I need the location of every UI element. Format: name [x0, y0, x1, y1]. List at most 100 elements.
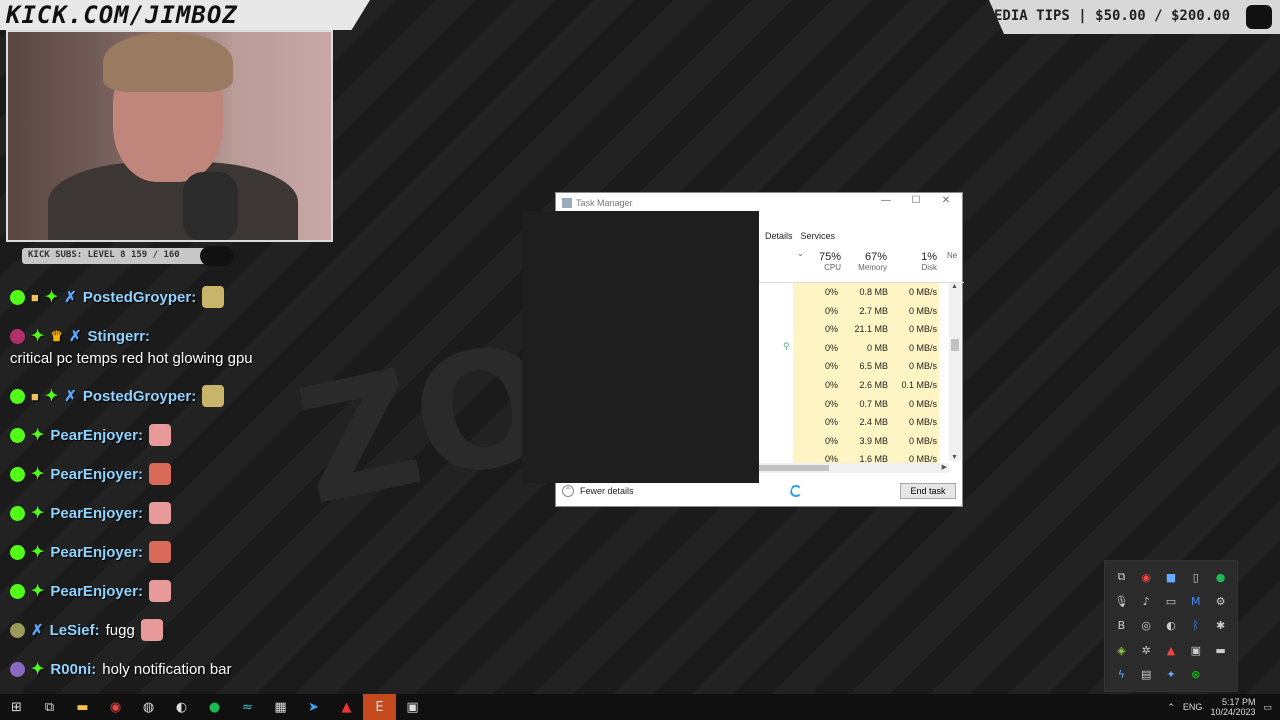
column-disk[interactable]: 1% Disk: [899, 251, 937, 272]
chat-username[interactable]: Stingerr:: [88, 328, 151, 345]
chat-username[interactable]: PostedGroyper:: [83, 388, 196, 405]
tray-app-icon[interactable]: ▤: [1134, 663, 1159, 687]
steam-icon[interactable]: ◍: [132, 694, 165, 720]
tray-app-icon[interactable]: B: [1109, 614, 1134, 638]
tray-volume-icon[interactable]: ♪: [1134, 589, 1159, 613]
tray-bluetooth-icon[interactable]: ᛒ: [1183, 614, 1208, 638]
notification-icon[interactable]: ▭: [1263, 702, 1272, 713]
chat-username[interactable]: PearEnjoyer:: [50, 544, 143, 561]
gift-icon: ■: [31, 388, 39, 404]
windows-start-icon[interactable]: ⊞: [0, 694, 33, 720]
tray-nvidia-icon[interactable]: ◈: [1109, 638, 1134, 662]
app-icon[interactable]: ▣: [396, 694, 429, 720]
telegram-icon[interactable]: ➤: [297, 694, 330, 720]
vertical-scrollbar[interactable]: ▲ ▼: [949, 283, 961, 461]
kick-badge-icon: [10, 427, 25, 443]
clock[interactable]: 5:17 PM 10/24/2023: [1210, 697, 1255, 717]
star-icon: ✦: [31, 583, 45, 600]
process-row[interactable]: 0% 21.1 MB 0 MB/s: [759, 320, 949, 339]
tray-app-icon[interactable]: ✦: [1159, 663, 1184, 687]
window-title: Task Manager: [576, 198, 633, 208]
chat-username[interactable]: R00ni:: [50, 661, 96, 678]
column-network[interactable]: Ne: [947, 251, 963, 260]
process-row[interactable]: 0% 0.7 MB 0 MB/s: [759, 394, 949, 414]
app-icon[interactable]: ▦: [264, 694, 297, 720]
chat-username[interactable]: LeSief:: [50, 622, 100, 639]
process-row[interactable]: 0% 2.6 MB 0.1 MB/s: [759, 376, 949, 395]
cpu-cell: 0%: [793, 283, 841, 302]
kick-badge-icon: [10, 544, 25, 560]
chevron-up-icon: ⌃: [562, 485, 574, 497]
tray-app-icon[interactable]: M: [1183, 589, 1208, 613]
tab-details[interactable]: Details: [765, 231, 793, 241]
chevron-up-icon[interactable]: ⌃: [1167, 702, 1175, 713]
cpu-cell: 0%: [793, 357, 841, 376]
column-header-row: ⌄ 75% CPU 67% Memory 1% Disk Ne: [759, 245, 964, 283]
chat-username[interactable]: PearEnjoyer:: [50, 505, 143, 522]
process-row[interactable]: 0% 0 MB 0 MB/s: [759, 338, 949, 358]
fewer-details-button[interactable]: ⌃ Fewer details: [562, 485, 634, 497]
app-icon[interactable]: ≈: [231, 694, 264, 720]
media-tips-text: MEDIA TIPS | $50.00 / $200.00: [985, 8, 1230, 24]
column-memory[interactable]: 67% Memory: [847, 251, 887, 272]
maximize-icon[interactable]: ☐: [904, 195, 928, 211]
scroll-up-icon[interactable]: ▲: [951, 283, 958, 290]
disk-total: 1%: [921, 251, 937, 263]
emote-icon: [148, 424, 171, 446]
scroll-thumb[interactable]: [951, 339, 959, 351]
tray-discord-icon[interactable]: ◐: [1159, 614, 1184, 638]
tray-display-icon[interactable]: ▭: [1159, 589, 1184, 613]
tray-chrome-icon[interactable]: ◉: [1134, 565, 1159, 589]
tray-app-icon[interactable]: ■: [1159, 565, 1184, 589]
hscroll-thumb[interactable]: [759, 465, 829, 471]
epic-games-icon[interactable]: E: [363, 694, 396, 720]
network-label: Ne: [947, 251, 958, 260]
tray-app-icon[interactable]: ▲: [1159, 638, 1184, 662]
tray-usb-icon[interactable]: ▯: [1183, 565, 1208, 589]
spotify-icon[interactable]: ●: [198, 694, 231, 720]
chat-username[interactable]: PostedGroyper:: [83, 289, 196, 306]
tray-spotify-icon[interactable]: ●: [1208, 565, 1233, 589]
tray-app-icon[interactable]: ϟ: [1109, 663, 1134, 687]
tray-app-icon[interactable]: ✱: [1208, 614, 1233, 638]
tray-mic-icon[interactable]: 🎙: [1109, 589, 1134, 613]
sort-chevron-icon[interactable]: ⌄: [797, 249, 804, 258]
scroll-right-icon[interactable]: ▶: [942, 463, 947, 471]
tray-xbox-icon[interactable]: ⊗: [1183, 663, 1208, 687]
process-row[interactable]: 0% 6.5 MB 0 MB/s: [759, 357, 949, 376]
file-explorer-icon[interactable]: ▬: [66, 694, 99, 720]
minimize-icon[interactable]: —: [874, 195, 898, 211]
microphone-icon: [183, 172, 238, 240]
column-cpu[interactable]: 75% CPU: [805, 251, 841, 272]
process-row[interactable]: 0% 2.7 MB 0 MB/s: [759, 301, 949, 321]
process-row[interactable]: 0% 0.8 MB 0 MB/s: [759, 283, 949, 302]
tray-app-icon[interactable]: ⧉: [1109, 565, 1134, 589]
language-indicator[interactable]: ENG: [1183, 702, 1203, 712]
chat-username[interactable]: PearEnjoyer:: [50, 427, 143, 444]
tray-app-icon[interactable]: ◎: [1134, 614, 1159, 638]
og-badge-icon: [10, 622, 25, 638]
horizontal-scrollbar[interactable]: ▶: [759, 463, 949, 473]
tray-app-icon[interactable]: ▬: [1208, 638, 1233, 662]
chat-username[interactable]: PearEnjoyer:: [50, 583, 143, 600]
task-manager-titlebar[interactable]: Task Manager: [556, 193, 962, 213]
scroll-down-icon[interactable]: ▼: [951, 454, 958, 461]
app-icon[interactable]: ▲: [330, 694, 363, 720]
tray-app-icon[interactable]: ✲: [1134, 638, 1159, 662]
tray-app-icon[interactable]: ▣: [1183, 638, 1208, 662]
chrome-icon[interactable]: ◉: [99, 694, 132, 720]
task-view-icon[interactable]: ⧉: [33, 694, 66, 720]
tray-settings-icon[interactable]: ⚙: [1208, 589, 1233, 613]
webcam-person-hair: [103, 32, 233, 92]
star-icon: ✦: [44, 289, 59, 306]
disk-cell: 0 MB/s: [891, 338, 939, 358]
process-row[interactable]: 0% 2.4 MB 0 MB/s: [759, 413, 949, 432]
memory-cell: 2.4 MB: [841, 413, 891, 432]
close-icon[interactable]: ✕: [934, 195, 958, 211]
process-row[interactable]: 0% 3.9 MB 0 MB/s: [759, 431, 949, 451]
end-task-button[interactable]: End task: [900, 483, 956, 499]
memory-cell: 0.7 MB: [841, 394, 891, 414]
tab-services[interactable]: Services: [801, 231, 836, 241]
discord-icon[interactable]: ◐: [165, 694, 198, 720]
chat-username[interactable]: PearEnjoyer:: [50, 466, 143, 483]
